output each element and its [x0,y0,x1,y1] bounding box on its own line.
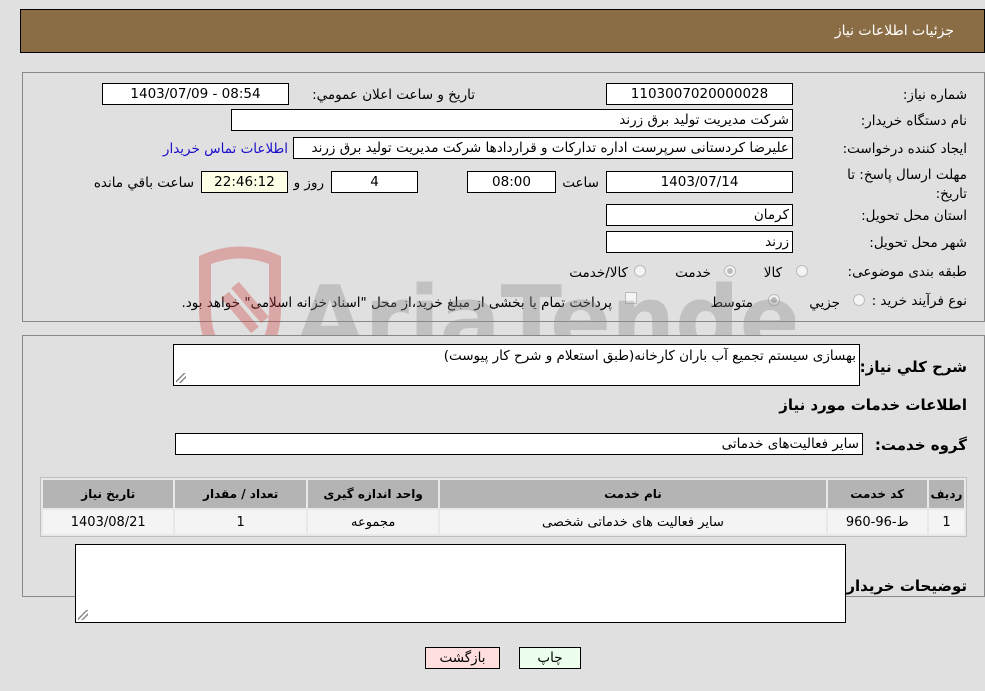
buyer-notes-label: توضیحات خریدار: [840,577,967,595]
description-label: شرح کلي نياز: [859,358,967,376]
buyer-contact-link[interactable]: اطلاعات تماس خریدار [163,141,288,157]
print-button[interactable]: چاپ [519,647,581,669]
col-quantity: تعداد / مقدار [175,480,306,508]
city-label: شهر محل تحویل: [869,235,967,251]
cell-need-date: 1403/08/21 [43,510,174,534]
treasury-checkbox[interactable] [625,292,637,304]
need-number-field[interactable]: 1103007020000028 [606,83,793,105]
back-button[interactable]: بازگشت [425,647,500,669]
process-minor-label: جزيي [809,295,840,311]
process-minor-radio[interactable] [853,294,865,306]
category-service-radio[interactable] [724,265,736,277]
buyer-org-field[interactable]: شرکت مدیریت تولید برق زرند [231,109,793,131]
description-text: بهسازی سیستم تجمیع آب باران کارخانه(طبق … [443,348,856,364]
category-goods-service-radio[interactable] [634,265,646,277]
cell-row-number: 1 [928,510,964,534]
col-service-code: کد خدمت [827,480,927,508]
cell-service-code: ط-96-960 [827,510,927,534]
treasury-checkbox-label: پرداخت تمام یا بخشی از مبلغ خرید،از محل … [181,295,612,311]
service-group-field[interactable]: سایر فعالیت‌های خدماتی [175,433,863,455]
need-number-label: شماره نیاز: [902,87,967,103]
buyer-notes-textarea[interactable] [75,544,846,623]
province-field[interactable]: کرمان [606,204,793,226]
province-label: استان محل تحویل: [861,208,967,224]
cell-service-name: سایر فعالیت های خدماتی شخصی [440,510,826,534]
resize-handle-icon[interactable] [78,610,88,620]
col-unit: واحد اندازه گیری [307,480,439,508]
category-goods-label: کالا [763,265,782,281]
service-group-label: گروه خدمت: [874,436,967,454]
col-service-name: نام خدمت [440,480,826,508]
deadline-label: مهلت ارسال پاسخ: تا تاریخ: [847,167,967,202]
page-title: جزئیات اطلاعات نیاز [834,23,954,39]
requester-field[interactable]: علیرضا کردستانی سرپرست اداره تدارکات و ق… [293,137,793,159]
description-textarea[interactable]: بهسازی سیستم تجمیع آب باران کارخانه(طبق … [173,344,860,386]
deadline-time-field[interactable]: 08:00 [467,171,556,193]
deadline-date-field[interactable]: 1403/07/14 [606,171,793,193]
services-table: تاریخ نیاز تعداد / مقدار واحد اندازه گیر… [40,477,967,537]
cell-unit: مجموعه [307,510,439,534]
col-row-number: ردیف [928,480,964,508]
resize-handle-icon[interactable] [176,373,186,383]
category-service-label: خدمت [675,265,711,281]
process-type-label: نوع فرآیند خرید : [871,293,967,309]
days-remaining-field[interactable]: 4 [331,171,418,193]
announce-date-field[interactable]: 1403/07/09 - 08:54 [102,83,289,105]
table-row: 1403/08/21 1 مجموعه سایر فعالیت های خدما… [43,510,964,534]
process-medium-label: متوسط [710,295,753,311]
category-goods-service-label: کالا/خدمت [569,265,628,281]
requester-label: ایجاد کننده درخواست: [842,141,967,157]
page-header: جزئیات اطلاعات نیاز [20,9,985,53]
city-field[interactable]: زرند [606,231,793,253]
col-need-date: تاریخ نیاز [43,480,174,508]
process-medium-radio[interactable] [768,294,780,306]
deadline-time-label: ساعت [562,175,599,191]
category-label: طبقه بندی موضوعی: [847,264,967,280]
announce-date-label: تاریخ و ساعت اعلان عمومي: [312,87,475,103]
cell-quantity: 1 [175,510,306,534]
category-goods-radio[interactable] [796,265,808,277]
table-header-row: تاریخ نیاز تعداد / مقدار واحد اندازه گیر… [43,480,964,508]
time-remaining-field[interactable]: 22:46:12 [201,171,288,193]
services-heading: اطلاعات خدمات مورد نیاز [779,396,967,414]
time-remaining-label: ساعت باقي مانده [93,175,194,191]
days-label: روز و [293,175,324,191]
buyer-org-label: نام دستگاه خریدار: [860,113,967,129]
